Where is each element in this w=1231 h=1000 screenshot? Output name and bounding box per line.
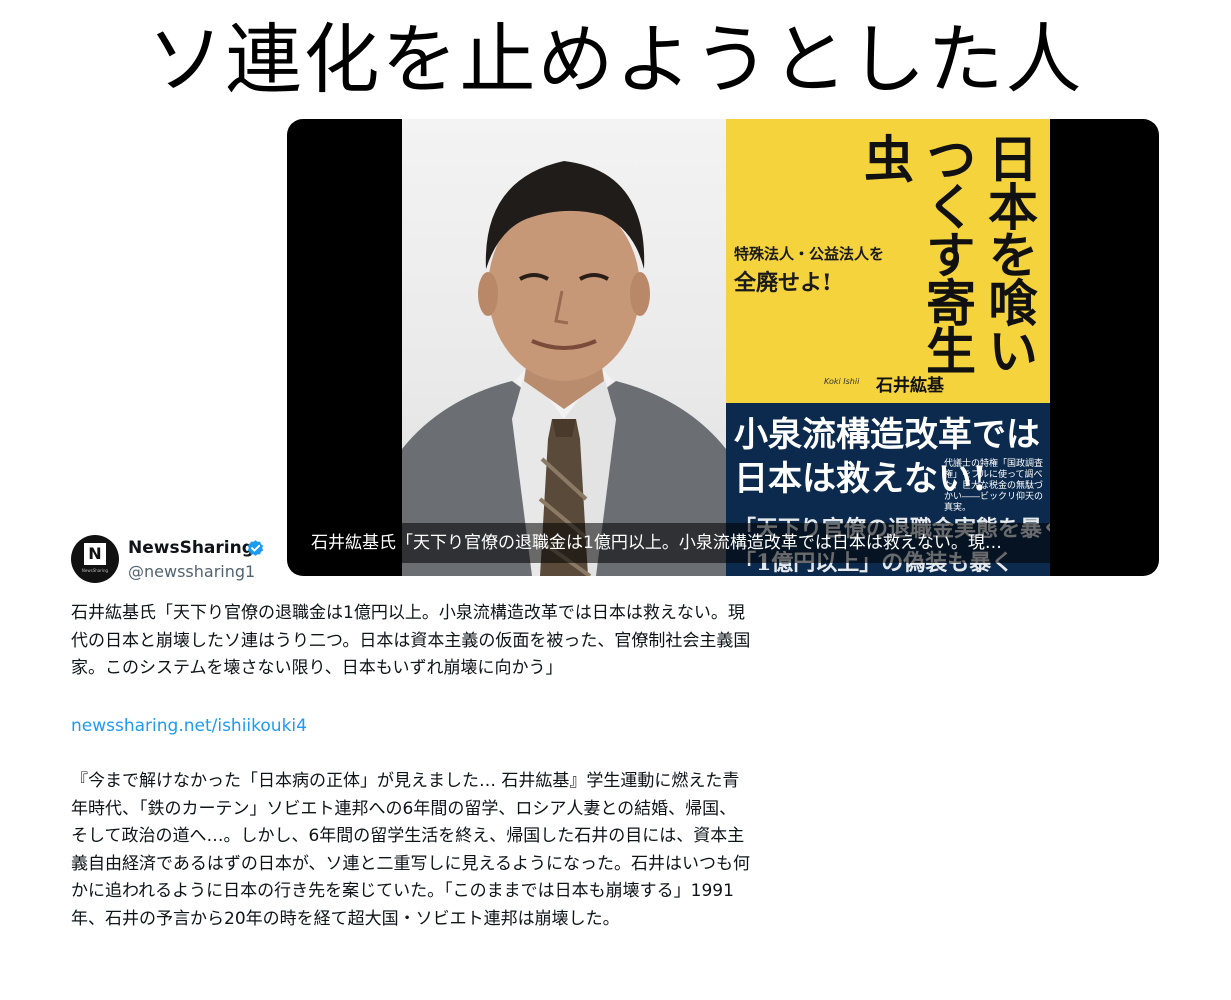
book-main-title: 日本を喰いつくす寄生虫 (856, 133, 1039, 373)
author-display-name[interactable]: NewsSharing (128, 536, 254, 560)
portrait-photo (402, 119, 726, 576)
book-author-romaji: Koki Ishii (824, 377, 860, 386)
author-handle[interactable]: @newssharing1 (128, 560, 255, 584)
tweet-text: 石井紘基氏「天下り官僚の退職金は1億円以上。小泉流構造改革では日本は救えない。現… (71, 603, 751, 678)
book-author: 石井紘基 (876, 376, 944, 396)
slide-title: ソ連化を止めようとした人 (147, 15, 1084, 104)
avatar-logo-letter: N (84, 543, 106, 565)
tweet-link[interactable]: newssharing.net/ishiikouki4 (71, 713, 307, 740)
book-subtitle-small: 特殊法人・公益法人を (734, 245, 885, 263)
media-card[interactable]: 日本を喰いつくす寄生虫 特殊法人・公益法人を 全廃せよ! Koki Ishii … (287, 119, 1159, 576)
media-caption: 石井紘基氏「天下り官僚の退職金は1億円以上。小泉流構造改革では日本は救えない。現… (305, 523, 1141, 563)
avatar-logo-text: NewsSharing (81, 568, 109, 573)
portrait-illustration (402, 161, 726, 576)
book-band-line1: 小泉流構造改革では (734, 415, 1040, 455)
book-cover: 日本を喰いつくす寄生虫 特殊法人・公益法人を 全廃せよ! Koki Ishii … (726, 119, 1050, 576)
avatar[interactable]: N NewsSharing (71, 535, 119, 583)
tweet-body-text: 『今まで解けなかった「日本病の正体」が見えました… 石井紘基』学生運動に燃えた青… (71, 771, 750, 929)
book-band-note: 代議士の特権「国政調査権」をフルに使って調べた、巨大な税金の無駄づかい――ビック… (944, 459, 1044, 513)
verified-badge-icon (247, 540, 264, 556)
book-subtitle-large: 全廃せよ! (734, 270, 832, 296)
